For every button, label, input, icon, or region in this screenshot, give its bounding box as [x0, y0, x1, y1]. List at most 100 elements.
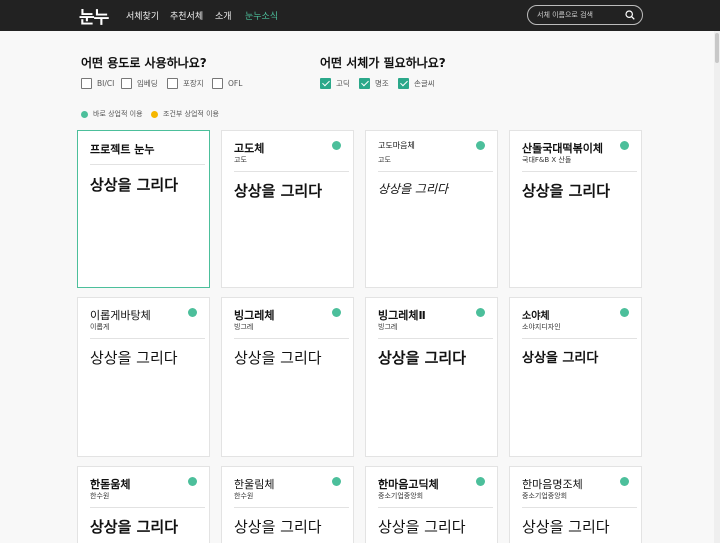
font-name: 한울림체 [234, 478, 275, 491]
font-name: 빙그레체Ⅱ [378, 309, 426, 322]
legend-label: 조건부 상업적 이용 [163, 110, 219, 118]
usage-option-bici[interactable]: BI/CI [81, 77, 114, 89]
commercial-use-dot-icon [620, 477, 629, 486]
font-card[interactable]: 산돌국대떡볶이체 국대F&B X 산돌상상을 그리다 [509, 130, 642, 288]
font-name: 산돌국대떡볶이체 [522, 142, 603, 155]
font-name: 고도마음체 [378, 141, 415, 150]
font-maker: 소야지디자인 [522, 323, 561, 331]
checkbox[interactable] [81, 77, 92, 89]
style-option-handwriting[interactable]: 손글씨 [398, 77, 435, 89]
card-divider [90, 507, 205, 508]
card-divider [522, 507, 637, 508]
style-option-myeongjo[interactable]: 명조 [359, 77, 389, 89]
card-divider [90, 164, 205, 165]
checkbox-checked[interactable] [359, 77, 370, 89]
font-maker: 중소기업중앙회 [378, 492, 424, 500]
commercial-use-dot-icon [476, 477, 485, 486]
font-maker: 국대F&B X 산돌 [522, 156, 572, 164]
style-filter-title: 어떤 서체가 필요하나요? [320, 56, 446, 70]
checkbox[interactable] [167, 77, 178, 89]
font-card[interactable]: 프로젝트 눈누상상을 그리다 [77, 130, 210, 288]
checkbox[interactable] [121, 77, 132, 89]
usage-option-embedding[interactable]: 임베딩 [121, 77, 158, 89]
font-maker: 빙그레 [234, 323, 254, 331]
option-label: 고딕 [336, 78, 350, 88]
font-maker: 고도 [378, 156, 391, 164]
font-maker: 중소기업중앙회 [522, 492, 568, 500]
font-card[interactable]: 한마음고딕체 중소기업중앙회 상상을 그리다 [365, 466, 498, 543]
font-maker: 고도 [234, 156, 247, 164]
card-divider [234, 338, 349, 339]
card-divider [378, 171, 493, 172]
option-label: OFL [228, 78, 243, 88]
font-card[interactable]: 빙그레체 빙그레상상을 그리다 [221, 297, 354, 457]
font-maker: 한수원 [234, 492, 254, 500]
font-name: 소야체 [522, 311, 550, 322]
commercial-use-dot-icon [332, 308, 341, 317]
font-name: 프로젝트 눈누 [90, 143, 155, 156]
option-label: 포장지 [183, 78, 204, 88]
font-card[interactable]: 이롭게바탕체 이롭게상상을 그리다 [77, 297, 210, 457]
font-sample-text: 상상을 그리다 [90, 349, 178, 367]
font-card[interactable]: 빙그레체Ⅱ 빙그레 상상을 그리다 [365, 297, 498, 457]
commercial-use-dot-icon [620, 141, 629, 150]
commercial-use-dot-icon [188, 477, 197, 486]
commercial-use-dot-icon [332, 477, 341, 486]
nav-recommended[interactable]: 추천서체 [170, 9, 203, 22]
top-header: 눈누 서체찾기 추천서체 소개 눈누소식 [0, 0, 720, 31]
green-dot-icon [81, 110, 88, 118]
option-label: 임베딩 [137, 78, 158, 88]
card-divider [378, 338, 493, 339]
commercial-use-dot-icon [332, 141, 341, 150]
commercial-use-dot-icon [188, 308, 197, 317]
font-card[interactable]: 한울림체 한수원상상을 그리다 [221, 466, 354, 543]
card-divider [90, 338, 205, 339]
nav-news[interactable]: 눈누소식 [245, 9, 278, 22]
font-sample-text: 상상을 그리다 [234, 349, 322, 367]
font-maker: 빙그레 [378, 323, 398, 331]
font-name: 한돋움체 [90, 478, 131, 491]
commercial-use-dot-icon [620, 308, 629, 317]
checkbox-checked[interactable] [320, 77, 331, 89]
checkbox[interactable] [212, 77, 223, 89]
option-label: 손글씨 [414, 78, 435, 88]
font-name: 빙그레체 [234, 309, 275, 322]
usage-option-packaging[interactable]: 포장지 [167, 77, 204, 89]
font-sample-text: 상상을 그리다 [90, 176, 179, 194]
font-name: 한마음명조체 [522, 478, 583, 491]
page-scrollbar[interactable] [714, 31, 720, 543]
font-card[interactable]: 한돋움체 한수원 상상을 그리다 [77, 466, 210, 543]
search-icon[interactable] [625, 10, 635, 20]
font-sample-text: 상상을 그리다 [378, 182, 449, 196]
search-input[interactable] [537, 6, 621, 24]
legend-label: 바로 상업적 이용 [93, 110, 143, 118]
legend-conditional-commercial: 조건부 상업적 이용 [151, 109, 219, 119]
font-card[interactable]: 소야체 소야지디자인 상상을 그리다 [509, 297, 642, 457]
option-label: BI/CI [97, 78, 115, 88]
option-label: 명조 [375, 78, 389, 88]
font-sample-text: 상상을 그리다 [234, 518, 322, 536]
card-divider [522, 171, 637, 172]
font-card[interactable]: 한마음명조체 중소기업중앙회상상을 그리다 [509, 466, 642, 543]
font-sample-text: 상상을 그리다 [234, 182, 323, 200]
legend-immediate-commercial: 바로 상업적 이용 [81, 109, 143, 119]
font-sample-text: 상상을 그리다 [522, 518, 610, 536]
font-name: 이롭게바탕체 [90, 309, 151, 322]
font-sample-text: 상상을 그리다 [90, 518, 179, 536]
font-card[interactable]: 고도마음체고도상상을 그리다 [365, 130, 498, 288]
site-logo[interactable]: 눈누 [79, 3, 109, 28]
scrollbar-thumb[interactable] [715, 33, 719, 63]
usage-option-ofl[interactable]: OFL [212, 77, 242, 89]
font-maker: 이롭게 [90, 323, 110, 331]
nav-about[interactable]: 소개 [215, 9, 232, 22]
card-divider [234, 171, 349, 172]
style-option-gothic[interactable]: 고딕 [320, 77, 350, 89]
nav-font-search[interactable]: 서체찾기 [126, 9, 159, 22]
font-card[interactable]: 고도체 고도 상상을 그리다 [221, 130, 354, 288]
yellow-dot-icon [151, 110, 158, 118]
font-sample-text: 상상을 그리다 [522, 182, 611, 200]
checkbox-checked[interactable] [398, 77, 409, 89]
usage-filter-title: 어떤 용도로 사용하나요? [81, 56, 207, 70]
card-divider [378, 507, 493, 508]
commercial-use-dot-icon [476, 308, 485, 317]
